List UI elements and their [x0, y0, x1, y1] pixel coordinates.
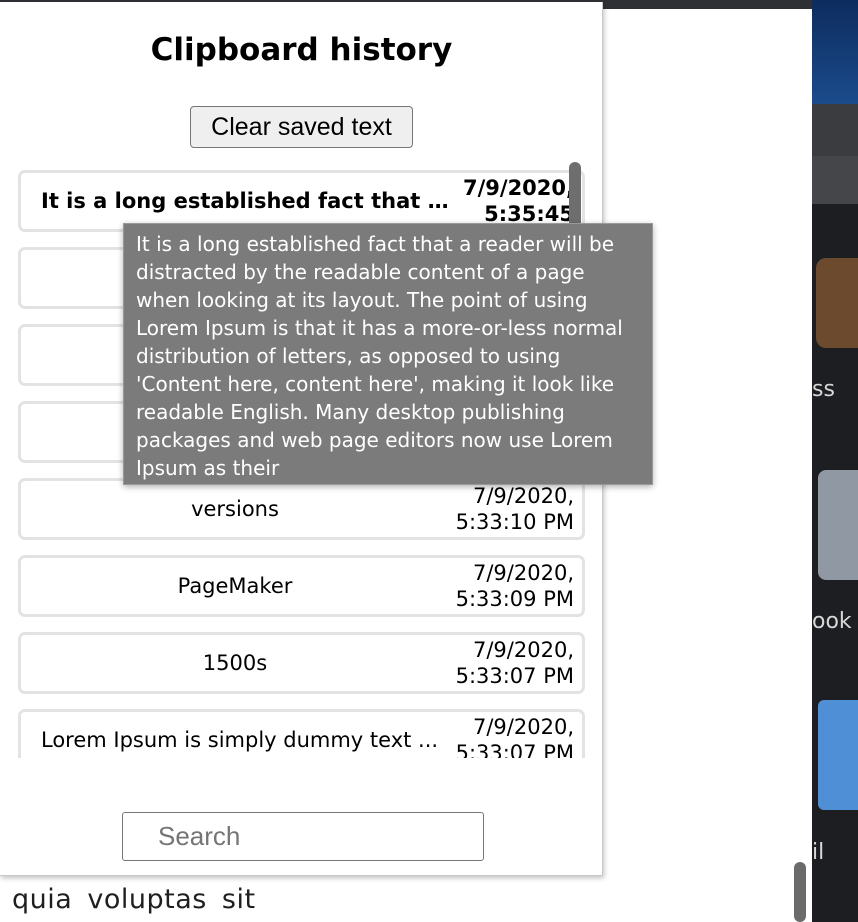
desktop-panel [812, 104, 858, 156]
clipboard-item[interactable]: versions 7/9/2020, 5:33:10 PM [18, 478, 585, 540]
desktop-dock: ss ook il [812, 0, 858, 922]
clipboard-item[interactable]: Lorem Ipsum is simply dummy text ... 7/9… [18, 709, 585, 758]
desktop-label: ss [812, 377, 835, 402]
mail-app-icon[interactable] [818, 700, 858, 810]
clipboard-item-text: PageMaker [177, 574, 293, 598]
desktop-label: il [812, 840, 825, 865]
stamp-app-icon[interactable] [816, 258, 858, 348]
preview-app-icon[interactable] [818, 470, 858, 580]
desktop-panel [812, 156, 858, 204]
desktop-label: ook [812, 609, 852, 634]
full-text-tooltip: It is a long established fact that a rea… [123, 223, 653, 485]
clipboard-item-text: versions [191, 497, 279, 521]
clipboard-item-text: It is a long established fact that a r..… [41, 189, 449, 213]
clipboard-item-timestamp: 7/9/2020, 5:33:07 PM [455, 715, 574, 758]
search-input[interactable] [122, 812, 484, 861]
background-page-scrollbar[interactable] [794, 862, 806, 922]
clear-saved-text-button[interactable]: Clear saved text [190, 106, 413, 148]
popup-title: Clipboard history [150, 32, 453, 68]
desktop-wallpaper [812, 0, 858, 104]
clipboard-item-text: 1500s [202, 651, 268, 675]
clipboard-item-text: Lorem Ipsum is simply dummy text ... [41, 728, 439, 752]
clipboard-item-timestamp: 7/9/2020, 5:33:09 PM [455, 561, 574, 611]
clipboard-item-timestamp: 7/9/2020, 5:33:07 PM [455, 638, 574, 688]
background-page-text: quia voluptas sit [12, 884, 256, 915]
clipboard-item-timestamp: 7/9/2020, 5:33:10 PM [455, 484, 574, 534]
clipboard-item[interactable]: PageMaker 7/9/2020, 5:33:09 PM [18, 555, 585, 617]
clipboard-item[interactable]: 1500s 7/9/2020, 5:33:07 PM [18, 632, 585, 694]
